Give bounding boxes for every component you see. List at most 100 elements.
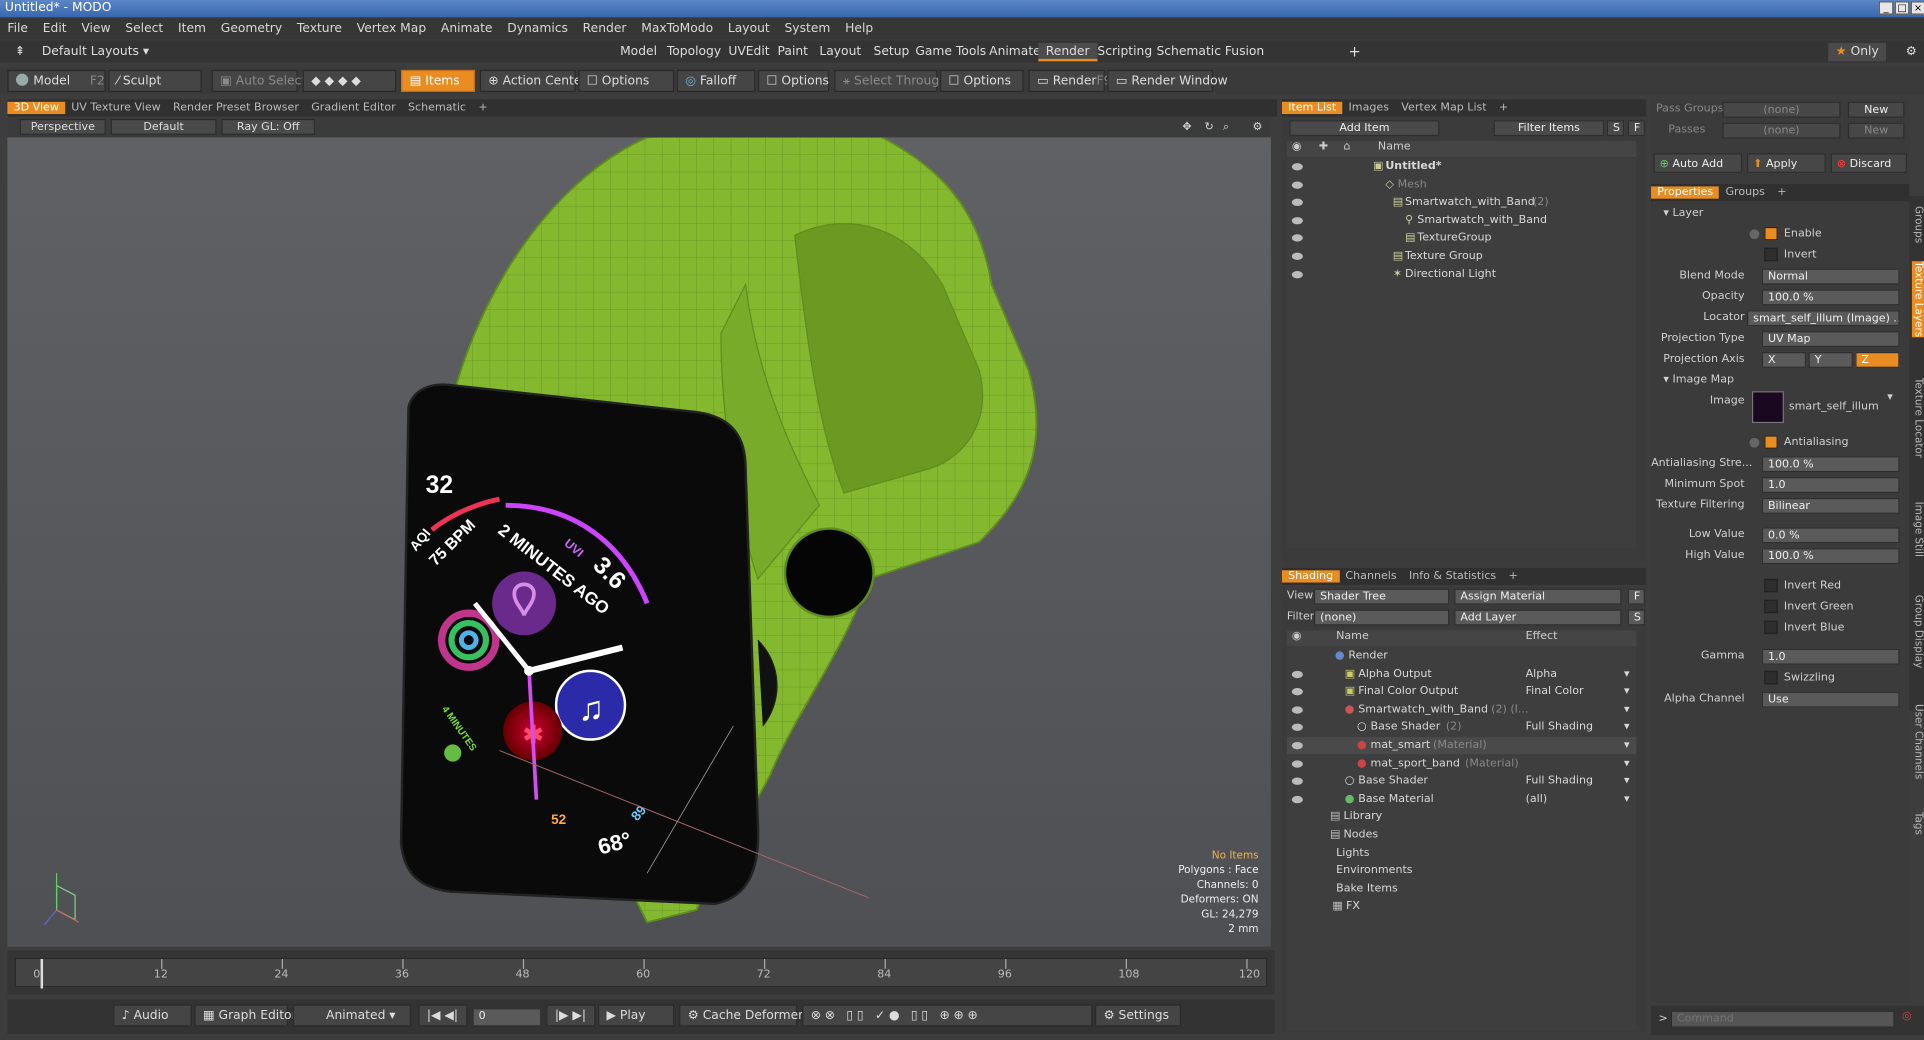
filter-dropdown[interactable]: (none) <box>1313 609 1450 626</box>
menu-maxtomodo[interactable]: MaxToModo <box>634 22 721 35</box>
timeline-playhead[interactable] <box>40 959 44 989</box>
play-button[interactable]: ▶ Play <box>597 1004 675 1027</box>
timeline[interactable]: 0 12 24 36 48 60 72 84 96 108 120 <box>7 950 1275 995</box>
shader-row[interactable]: ▤ Nodes <box>1287 827 1636 844</box>
side-tab-image-still[interactable]: Image Still <box>1912 502 1924 557</box>
layout-tab-topology[interactable]: Topology <box>659 43 728 61</box>
menu-system[interactable]: System <box>777 22 838 35</box>
visibility-eye-icon[interactable] <box>1291 252 1303 260</box>
menu-animate[interactable]: Animate <box>434 22 500 35</box>
shader-row[interactable]: ○ Base Shader Full Shading ▾ <box>1287 773 1636 790</box>
effect-value[interactable]: Full Shading <box>1526 773 1593 790</box>
side-tab-texture-locator[interactable]: Texture Locator <box>1912 378 1924 458</box>
auto-add-button[interactable]: ⊕ Auto Add <box>1653 153 1743 173</box>
gear-icon[interactable]: ⚙ <box>1898 43 1924 61</box>
shader-row[interactable]: ○ Base Shader (2) Full Shading ▾ <box>1287 719 1636 736</box>
auto-select-button[interactable]: ▣ Auto Select <box>211 69 306 92</box>
cache-deformers-button[interactable]: ⚙ Cache Deformers <box>679 1004 810 1027</box>
menu-dynamics[interactable]: Dynamics <box>500 22 575 35</box>
menu-select[interactable]: Select <box>118 22 171 35</box>
visibility-eye-icon[interactable] <box>1291 270 1303 278</box>
shader-row[interactable]: Lights <box>1287 844 1636 861</box>
visibility-eye-icon[interactable] <box>1291 198 1303 207</box>
visibility-eye-icon[interactable] <box>1291 741 1303 750</box>
maximize-button[interactable]: □ <box>1894 1 1910 15</box>
menu-texture[interactable]: Texture <box>290 22 350 35</box>
invert-blue-checkbox[interactable] <box>1764 620 1778 635</box>
visibility-eye-icon[interactable] <box>1291 688 1303 696</box>
next-key-buttons[interactable]: |▶ ▶| <box>546 1004 596 1027</box>
menu-item[interactable]: Item <box>171 22 214 35</box>
tab-item-list[interactable]: Item List <box>1281 101 1343 115</box>
aa-strength-input[interactable]: 100.0 % <box>1761 456 1900 473</box>
menu-view[interactable]: View <box>74 22 118 35</box>
render-window-button[interactable]: ▭ Render Window <box>1107 69 1228 92</box>
render-button[interactable]: ▭ RenderF9 <box>1028 69 1111 92</box>
f-button-2[interactable]: F <box>1627 588 1645 605</box>
move-view-icon[interactable]: ✥ <box>1182 118 1191 138</box>
add-item-button[interactable]: Add Item <box>1289 120 1440 137</box>
layout-tab-render[interactable]: Render <box>1038 42 1097 62</box>
animated-dropdown[interactable]: Animated ▾ <box>292 1004 411 1027</box>
visibility-eye-icon[interactable] <box>1291 706 1303 714</box>
effect-dropdown-icon[interactable]: ▾ <box>1624 701 1630 718</box>
add-tab-icon[interactable]: + <box>1502 570 1524 582</box>
tab-vertex-map-list[interactable]: Vertex Map List <box>1395 102 1493 114</box>
s-button[interactable]: S <box>1606 120 1624 137</box>
gamma-input[interactable]: 1.0 <box>1761 648 1900 665</box>
side-tab-group-display[interactable]: Group Display <box>1912 595 1924 668</box>
item-row[interactable]: ▤ Smartwatch_with_Band (2) <box>1287 194 1636 211</box>
item-row[interactable]: ⚲ Smartwatch_with_Band <box>1287 212 1636 229</box>
shader-row[interactable]: ▣ Final Color Output Final Color ▾ <box>1287 683 1636 700</box>
add-layer-dropdown[interactable]: Add Layer <box>1454 609 1622 626</box>
shader-row[interactable]: ▣ Alpha Output Alpha ▾ <box>1287 665 1636 682</box>
prev-key-buttons[interactable]: |◀ ◀| <box>418 1004 468 1027</box>
settings-button[interactable]: ⚙ Settings <box>1094 1004 1182 1027</box>
layouts-icon[interactable]: ⇞ <box>7 43 32 61</box>
effect-value[interactable]: Full Shading <box>1526 719 1593 736</box>
menu-geometry[interactable]: Geometry <box>213 22 289 35</box>
tab-shading[interactable]: Shading <box>1281 570 1340 583</box>
effect-value[interactable]: Alpha <box>1526 665 1557 682</box>
effect-dropdown-icon[interactable]: ▾ <box>1624 773 1630 790</box>
tab-info-statistics[interactable]: Info & Statistics <box>1403 570 1503 582</box>
tab-images[interactable]: Images <box>1342 102 1395 114</box>
shader-row[interactable]: ▤ Library <box>1287 809 1636 826</box>
visibility-eye-icon[interactable] <box>1291 759 1303 768</box>
rotate-view-icon[interactable]: ↻ <box>1204 118 1213 138</box>
invert-checkbox[interactable] <box>1764 247 1778 262</box>
options-button-3[interactable]: ☐ Options <box>939 69 1024 92</box>
axis-z-button[interactable]: Z <box>1855 351 1900 368</box>
visibility-eye-icon[interactable] <box>1291 163 1303 171</box>
effect-dropdown-icon[interactable]: ▾ <box>1624 755 1630 772</box>
axis-y-button[interactable]: Y <box>1808 351 1853 368</box>
add-tab-icon[interactable]: + <box>472 102 494 114</box>
visibility-eye-icon[interactable] <box>1291 795 1303 804</box>
new-pass-button[interactable]: New <box>1847 122 1905 139</box>
view-dropdown[interactable]: Shader Tree <box>1313 588 1450 605</box>
menu-help[interactable]: Help <box>838 22 881 35</box>
effect-dropdown-icon[interactable]: ▾ <box>1624 791 1630 808</box>
3d-viewport[interactable]: ♫ ✱ 32 AQI 75 BPM 2 MINUTES AGO UVI 3.6 … <box>7 137 1271 947</box>
effect-value[interactable]: (all) <box>1526 791 1548 808</box>
texture-filtering-dropdown[interactable]: Bilinear <box>1761 497 1900 514</box>
menu-layout[interactable]: Layout <box>721 22 778 35</box>
menu-edit[interactable]: Edit <box>35 22 74 35</box>
select-through-button[interactable]: ⚹ Select Through <box>834 69 947 92</box>
effect-dropdown-icon[interactable]: ▾ <box>1624 719 1630 736</box>
low-value-input[interactable]: 0.0 % <box>1761 527 1900 544</box>
shader-row[interactable]: ● mat_sport_band (Material) ▾ <box>1287 755 1636 772</box>
locator-dropdown[interactable]: smart_self_illum (Image) ... <box>1747 310 1900 327</box>
tab-3d-view[interactable]: 3D View <box>7 101 66 115</box>
frame-input[interactable]: 0 <box>472 1008 542 1027</box>
item-row[interactable]: ▤ Texture Group <box>1287 248 1636 265</box>
passes-dropdown[interactable]: (none) <box>1722 122 1841 139</box>
visibility-eye-icon[interactable] <box>1291 216 1303 225</box>
minimum-spot-input[interactable]: 1.0 <box>1761 477 1900 494</box>
opacity-input[interactable]: 100.0 % <box>1761 289 1900 306</box>
falloff-button[interactable]: ◎ Falloff <box>676 69 756 92</box>
visibility-eye-icon[interactable] <box>1291 670 1303 678</box>
viewport-settings-icon[interactable]: ⚙ <box>1252 118 1262 138</box>
graph-editor-button[interactable]: ▦ Graph Editor <box>194 1004 297 1027</box>
style-dropdown[interactable]: Default <box>110 118 217 135</box>
